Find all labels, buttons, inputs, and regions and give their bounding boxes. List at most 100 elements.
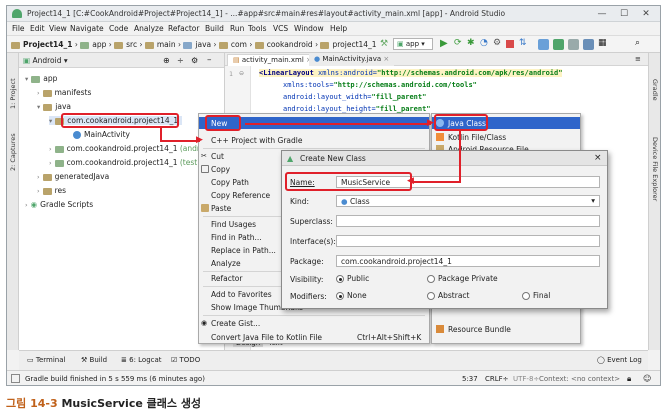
layout-toggle-icon[interactable]: [11, 374, 20, 383]
modifier-final[interactable]: Final: [522, 291, 550, 300]
superclass-field[interactable]: [336, 215, 600, 227]
menu-analyze[interactable]: Analyze: [134, 24, 164, 33]
menu-item-analyze[interactable]: Analyze: [211, 259, 241, 268]
sync-icon[interactable]: ⇅: [519, 38, 527, 48]
breadcrumb-cookandroid[interactable]: cookandroid: [267, 40, 313, 49]
menu-item-cut[interactable]: Cut: [211, 152, 224, 161]
tree-item-java[interactable]: ▾ java: [37, 102, 71, 111]
captures-tool-button[interactable]: 2: Captures: [9, 133, 17, 171]
gear-icon[interactable]: ⚙: [191, 56, 198, 65]
menu-view[interactable]: View: [49, 24, 67, 33]
file-encoding[interactable]: UTF-8÷: [513, 375, 539, 383]
build-button[interactable]: ⚒ Build: [81, 356, 107, 364]
stop-icon[interactable]: [506, 40, 514, 48]
menu-help[interactable]: Help: [330, 24, 347, 33]
run-config-select[interactable]: ▣ app ▾: [393, 38, 433, 50]
visibility-public[interactable]: Public: [336, 274, 369, 283]
event-log-button[interactable]: ◯ Event Log: [597, 356, 642, 364]
minimize-button[interactable]: —: [592, 8, 612, 20]
menu-refactor[interactable]: Refactor: [168, 24, 199, 33]
profile-icon[interactable]: ◔: [480, 38, 488, 48]
logcat-button[interactable]: ≣ 6: Logcat: [121, 356, 162, 364]
breadcrumb-src[interactable]: src: [126, 40, 137, 49]
modifier-abstract[interactable]: Abstract: [427, 291, 469, 300]
hide-icon[interactable]: –: [207, 55, 212, 65]
menu-item-copy-path[interactable]: Copy Path: [211, 178, 249, 187]
tree-item-res[interactable]: › res: [37, 186, 66, 195]
code-line-4[interactable]: android:layout_height="fill_parent": [283, 105, 431, 113]
project-tool-button[interactable]: 1: Project: [9, 78, 17, 109]
menu-window[interactable]: Window: [294, 24, 324, 33]
code-line-1[interactable]: <LinearLayout xmlns:android="http://sche…: [259, 69, 563, 77]
menu-item-paste[interactable]: Paste: [211, 204, 231, 213]
tab-activity-main-xml[interactable]: ▤ activity_main.xml ×: [227, 54, 318, 66]
lock-icon[interactable]: 🔒︎: [627, 374, 631, 384]
line-separator[interactable]: CRLF÷: [485, 375, 509, 383]
tab-main-activity-java[interactable]: ● MainActivity.java ×: [309, 54, 395, 66]
close-tab-icon[interactable]: ×: [383, 55, 389, 63]
tree-item-generated-java[interactable]: › generatedJava: [37, 172, 109, 181]
view-selector[interactable]: ▣ Android ▾: [23, 56, 68, 65]
menu-item-copy[interactable]: Copy: [211, 165, 230, 174]
menu-item-find-in-path[interactable]: Find in Path...: [211, 233, 262, 242]
menu-run[interactable]: Run: [230, 24, 244, 33]
gradle-tool-button[interactable]: Gradle: [651, 79, 659, 101]
device-explorer-tool-button[interactable]: Device File Explorer: [651, 137, 659, 201]
tree-item-package-test[interactable]: › com.cookandroid.project14_1 (test): [49, 158, 200, 167]
terminal-button[interactable]: ▭ Terminal: [27, 356, 65, 364]
code-line-3[interactable]: android:layout_width="fill_parent": [283, 93, 426, 101]
context-indicator[interactable]: Context: <no context>: [539, 375, 620, 383]
tree-item-manifests[interactable]: › manifests: [37, 88, 91, 97]
menu-item-add-favorites[interactable]: Add to Favorites: [211, 290, 272, 299]
breadcrumb-com[interactable]: com: [231, 40, 247, 49]
maximize-button[interactable]: ☐: [614, 8, 634, 20]
breadcrumb-main[interactable]: main: [157, 40, 176, 49]
menu-item-find-usages[interactable]: Find Usages: [211, 220, 256, 229]
sync-scroll-icon[interactable]: ⊕: [163, 56, 170, 65]
hammer-icon[interactable]: ⚒: [380, 39, 388, 49]
package-field[interactable]: com.cookandroid.project14_1: [336, 255, 600, 267]
inspector-icon[interactable]: ☺: [643, 374, 651, 383]
avd-manager-icon[interactable]: [538, 39, 549, 50]
debug-icon[interactable]: ✱: [467, 38, 475, 48]
menu-code[interactable]: Code: [109, 24, 128, 33]
fold-icon[interactable]: ⊖: [239, 70, 244, 77]
menu-item-convert-kotlin[interactable]: Convert Java File to Kotlin File: [211, 333, 322, 342]
layout-inspector-icon[interactable]: [568, 39, 579, 50]
attach-debugger-icon[interactable]: ⚙: [493, 38, 501, 48]
caret-position[interactable]: 5:37: [462, 375, 478, 383]
menu-item-copy-reference[interactable]: Copy Reference: [211, 191, 270, 200]
breadcrumb-app[interactable]: app: [92, 40, 106, 49]
modifier-none[interactable]: None: [336, 291, 367, 300]
menu-item-replace-in-path[interactable]: Replace in Path...: [211, 246, 276, 255]
menu-item-refactor[interactable]: Refactor: [211, 274, 242, 283]
breadcrumb-project[interactable]: Project14_1: [23, 40, 72, 49]
code-line-2[interactable]: xmlns:tools="http://schemas.android.com/…: [283, 81, 477, 89]
menu-item-create-gist[interactable]: Create Gist...: [211, 319, 260, 328]
dialog-close-button[interactable]: ×: [594, 153, 602, 163]
profiler-icon[interactable]: ▦: [598, 38, 607, 48]
menu-navigate[interactable]: Navigate: [70, 24, 104, 33]
menu-tools[interactable]: Tools: [248, 24, 266, 33]
search-icon[interactable]: ⌕: [635, 38, 640, 48]
menu-build[interactable]: Build: [205, 24, 224, 33]
run-icon[interactable]: ▶: [440, 38, 448, 49]
tree-item-app[interactable]: ▾ app: [25, 74, 57, 83]
sdk-manager-icon[interactable]: [553, 39, 564, 50]
kind-select[interactable]: ● Class ▾: [336, 195, 600, 207]
menu-item-resource-bundle[interactable]: Resource Bundle: [448, 325, 511, 334]
device-icon[interactable]: [583, 39, 594, 50]
menu-item-cpp-project[interactable]: C++ Project with Gradle: [211, 136, 302, 145]
tree-item-main-activity[interactable]: MainActivity: [73, 130, 130, 139]
apply-changes-icon[interactable]: ⟳: [454, 38, 462, 48]
menu-item-kotlin[interactable]: Kotlin File/Class: [448, 133, 506, 142]
menu-edit[interactable]: Edit: [30, 24, 45, 33]
tree-item-gradle-scripts[interactable]: › ◉ Gradle Scripts: [25, 200, 93, 209]
collapse-icon[interactable]: ÷: [177, 56, 184, 65]
todo-button[interactable]: ☑ TODO: [171, 356, 200, 364]
tab-list-icon[interactable]: ≡: [635, 55, 641, 63]
menu-vcs[interactable]: VCS: [273, 24, 288, 33]
breadcrumb-project14-1[interactable]: project14_1: [332, 40, 376, 49]
breadcrumb-java[interactable]: java: [195, 40, 211, 49]
menu-file[interactable]: File: [12, 24, 25, 33]
